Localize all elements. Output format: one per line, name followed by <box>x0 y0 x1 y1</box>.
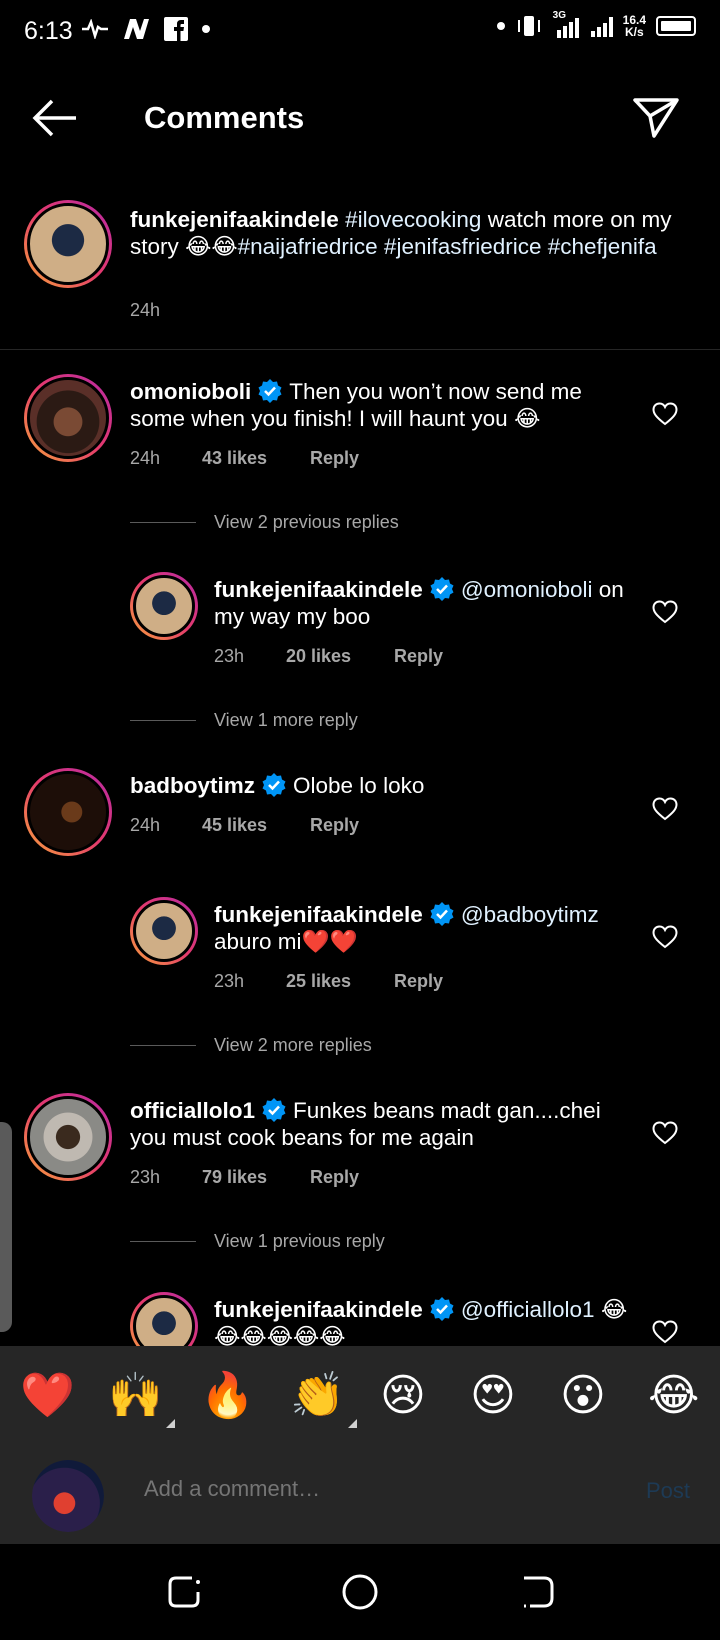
status-bar: 6:13 3G 16.4 K/s <box>0 0 720 66</box>
like-heart-icon[interactable] <box>652 1320 678 1344</box>
avatar[interactable] <box>24 768 112 856</box>
like-heart-icon[interactable] <box>652 1121 678 1145</box>
home-icon[interactable] <box>338 1570 382 1614</box>
emoji-heart[interactable]: ❤️ <box>20 1370 75 1422</box>
comment-likes[interactable]: 79 likes <box>202 1167 310 1188</box>
mention-link[interactable]: @officiallolo1 <box>461 1297 595 1322</box>
network-speed: 16.4 K/s <box>622 13 646 39</box>
vibrate-icon <box>517 16 540 36</box>
skin-tone-indicator-icon <box>347 1419 357 1428</box>
n-app-icon <box>124 19 149 39</box>
like-heart-icon[interactable] <box>652 797 678 821</box>
emoji-clapping[interactable]: 👏 <box>290 1370 357 1428</box>
skin-tone-indicator-icon <box>165 1419 175 1428</box>
view-replies-button[interactable]: View 2 previous replies <box>130 512 399 533</box>
avatar[interactable] <box>130 1292 198 1346</box>
signal-strength-icon <box>590 15 613 37</box>
view-replies-button[interactable]: View 2 more replies <box>130 1035 372 1056</box>
reply-button[interactable]: Reply <box>310 448 359 469</box>
view-replies-button[interactable]: View 1 more reply <box>130 710 358 731</box>
comment-text: aburo mi❤️❤️ <box>214 929 358 954</box>
comment-username[interactable]: funkejenifaakindele <box>214 1297 423 1322</box>
emoji-quick-bar: ❤️ 🙌 🔥 👏 😢 😍 😮 😂 <box>0 1346 720 1446</box>
recent-apps-icon[interactable] <box>162 1570 206 1614</box>
view-replies-button[interactable]: View 1 previous reply <box>130 1231 385 1252</box>
system-nav-bar <box>0 1544 720 1640</box>
verified-badge-icon <box>258 379 282 403</box>
verified-badge-icon <box>262 773 286 797</box>
share-send-icon[interactable] <box>632 96 680 140</box>
comment-time: 24h <box>130 448 161 468</box>
comment-input[interactable] <box>144 1476 584 1502</box>
notification-dot-icon <box>496 22 505 30</box>
facebook-icon <box>164 17 188 41</box>
pulse-icon <box>82 19 108 39</box>
scroll-handle[interactable] <box>0 1122 12 1332</box>
post-caption: funkejenifaakindele #ilovecooking watch … <box>0 190 720 350</box>
comment-time: 23h <box>130 1167 161 1187</box>
status-time: 6:13 <box>24 17 73 45</box>
comment-likes[interactable]: 25 likes <box>286 971 394 992</box>
comment-composer: Post <box>0 1446 720 1544</box>
comment-likes[interactable]: 45 likes <box>202 815 310 836</box>
back-nav-icon[interactable] <box>516 1570 560 1614</box>
reply-button[interactable]: Reply <box>310 815 359 836</box>
comment-likes[interactable]: 43 likes <box>202 448 310 469</box>
comment-text: Olobe lo loko <box>293 773 425 798</box>
avatar[interactable] <box>24 200 112 288</box>
mention-link[interactable]: @badboytimz <box>461 902 599 927</box>
avatar[interactable] <box>130 897 198 965</box>
notification-dot-icon <box>202 25 210 33</box>
emoji-raised-hands[interactable]: 🙌 <box>108 1370 175 1428</box>
comment-time: 23h <box>214 646 245 666</box>
caption-username[interactable]: funkejenifaakindele <box>130 207 339 232</box>
verified-badge-icon <box>262 1098 286 1122</box>
avatar[interactable] <box>24 1093 112 1181</box>
emoji-laughing[interactable]: 😂 <box>648 1370 699 1422</box>
current-user-avatar <box>32 1460 104 1532</box>
comment-username[interactable]: omonioboli <box>130 379 251 404</box>
comment-time: 23h <box>214 971 245 991</box>
emoji-fire[interactable]: 🔥 <box>200 1370 255 1422</box>
comment-reply: funkejenifaakindele @officiallolo1 😂😂😂😂😂😂 <box>0 1280 720 1346</box>
caption-time: 24h <box>130 300 161 320</box>
back-arrow-icon[interactable] <box>30 96 80 140</box>
avatar[interactable] <box>24 374 112 462</box>
emoji-heart-eyes[interactable]: 😍 <box>470 1370 516 1422</box>
post-button[interactable]: Post <box>646 1478 690 1504</box>
like-heart-icon[interactable] <box>652 402 678 426</box>
page-title: Comments <box>144 100 305 135</box>
emoji-surprised[interactable]: 😮 <box>560 1370 606 1422</box>
verified-badge-icon <box>430 577 454 601</box>
header: Comments <box>0 80 720 160</box>
emoji-crying[interactable]: 😢 <box>380 1370 426 1422</box>
like-heart-icon[interactable] <box>652 925 678 949</box>
mobile-signal-icon: 3G <box>553 10 581 38</box>
mention-link[interactable]: @omonioboli <box>461 577 593 602</box>
hashtag-link[interactable]: #naijafriedrice #jenifasfriedrice #chefj… <box>238 234 657 259</box>
avatar[interactable] <box>130 572 198 640</box>
caption-emoji: 😂😂 <box>185 234 238 259</box>
verified-badge-icon <box>430 902 454 926</box>
reply-button[interactable]: Reply <box>394 646 443 667</box>
like-heart-icon[interactable] <box>652 600 678 624</box>
comment-username[interactable]: badboytimz <box>130 773 255 798</box>
verified-badge-icon <box>430 1297 454 1321</box>
comment-likes[interactable]: 20 likes <box>286 646 394 667</box>
reply-button[interactable]: Reply <box>394 971 443 992</box>
comment-time: 24h <box>130 815 161 835</box>
reply-button[interactable]: Reply <box>310 1167 359 1188</box>
comment-username[interactable]: funkejenifaakindele <box>214 577 423 602</box>
battery-icon <box>656 16 696 36</box>
comment-username[interactable]: funkejenifaakindele <box>214 902 423 927</box>
hashtag-link[interactable]: #ilovecooking <box>345 207 481 232</box>
comment-username[interactable]: officiallolo1 <box>130 1098 255 1123</box>
